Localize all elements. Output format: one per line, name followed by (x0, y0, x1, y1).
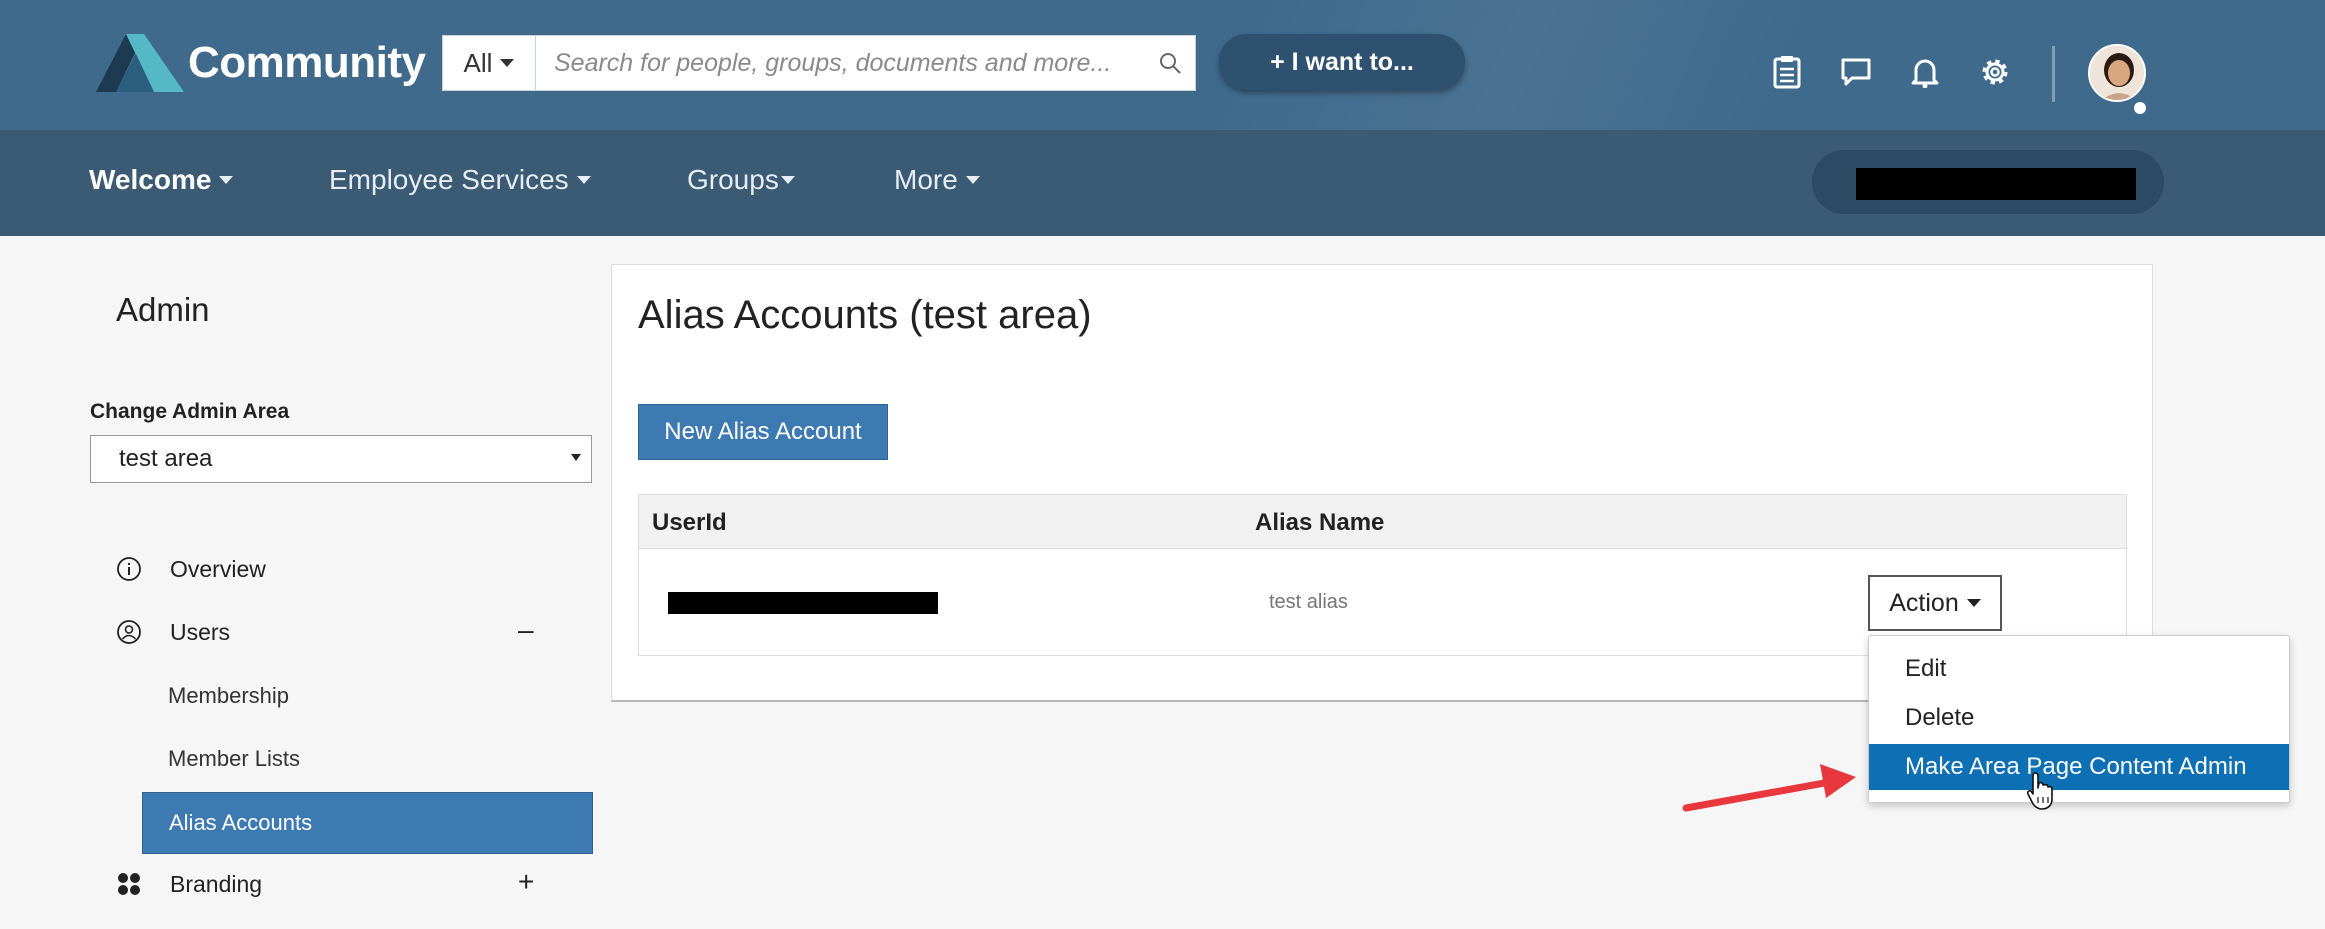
new-alias-account-button[interactable]: New Alias Account (638, 404, 888, 460)
chevron-down-icon (219, 176, 234, 184)
gear-icon (1982, 59, 2008, 85)
page-title: Alias Accounts (test area) (638, 293, 1092, 337)
column-header-alias-name: Alias Name (1255, 509, 1385, 536)
change-area-label: Change Admin Area (90, 400, 290, 423)
community-logo-icon (96, 34, 184, 92)
palette-icon (114, 869, 144, 899)
select-arrow-icon (571, 454, 581, 461)
chevron-down-icon (1966, 599, 1981, 607)
nav-label: Welcome (89, 164, 212, 195)
redacted-text (1856, 168, 2136, 200)
column-header-userid: UserId (652, 509, 727, 536)
sidebar-item-label: Branding (170, 870, 263, 897)
notifications-button[interactable] (1905, 52, 1945, 92)
nav-employee-services[interactable]: Employee Services (329, 164, 591, 196)
search-icon (1160, 53, 1181, 74)
user-circle-icon (114, 617, 144, 647)
nav-label: Employee Services (329, 164, 569, 195)
menu-item-delete[interactable]: Delete (1869, 695, 2289, 741)
sidebar-item-label: Overview (170, 555, 266, 582)
user-avatar[interactable] (2088, 44, 2146, 102)
search-input[interactable] (536, 36, 1145, 90)
search-button[interactable] (1145, 36, 1195, 90)
alias-accounts-table: UserId Alias Name test alias Action (638, 494, 2127, 656)
sidebar-item-users[interactable]: Users (114, 617, 230, 647)
sidebar-item-membership[interactable]: Membership (168, 683, 289, 709)
users-collapse-toggle[interactable]: – (518, 614, 534, 646)
search-scope-dropdown[interactable]: All (443, 36, 536, 90)
settings-button[interactable] (1975, 52, 2015, 92)
tasks-button[interactable] (1767, 52, 1807, 92)
admin-area-value: test area (119, 445, 213, 472)
chevron-down-icon (780, 176, 795, 184)
search-bar: All (442, 35, 1196, 91)
clipboard-icon (1773, 56, 1801, 89)
sidebar-item-overview[interactable]: Overview (114, 554, 266, 584)
table-header: UserId Alias Name (639, 495, 2126, 549)
info-icon (114, 554, 144, 584)
sidebar-item-member-lists[interactable]: Member Lists (168, 746, 300, 772)
sidebar-item-label: Alias Accounts (169, 810, 313, 835)
alias-name-cell: test alias (1269, 591, 1348, 613)
nav-more[interactable]: More (894, 164, 980, 196)
menu-item-edit[interactable]: Edit (1869, 646, 2289, 692)
bell-icon (1911, 59, 1939, 88)
search-scope-label: All (463, 47, 493, 78)
i-want-to-button[interactable]: + I want to... (1219, 34, 1465, 90)
nav-label: More (894, 164, 958, 195)
header-divider (2052, 46, 2055, 102)
presence-status-dot (2132, 100, 2148, 116)
chat-icon (1841, 58, 1871, 86)
hand-cursor-icon (2026, 772, 2053, 810)
community-logo[interactable]: Community (96, 34, 426, 92)
nav-welcome[interactable]: Welcome (89, 164, 234, 196)
menu-item-make-content-admin[interactable]: Make Area Page Content Admin (1869, 744, 2289, 790)
nav-user-pill[interactable] (1812, 150, 2164, 214)
action-label: Action (1889, 588, 1959, 617)
sidebar-item-branding[interactable]: Branding (114, 869, 262, 899)
redacted-userid (668, 592, 938, 614)
nav-label: Groups (687, 164, 779, 195)
action-dropdown-button[interactable]: Action (1868, 575, 2002, 631)
chevron-down-icon (965, 176, 980, 184)
admin-area-select[interactable]: test area (90, 435, 592, 483)
branding-expand-toggle[interactable]: + (518, 866, 534, 898)
nav-groups[interactable]: Groups (687, 164, 795, 196)
sidebar-item-alias-accounts[interactable]: Alias Accounts (142, 792, 593, 854)
action-dropdown-menu: Edit Delete Make Area Page Content Admin (1868, 635, 2290, 803)
sidebar-title: Admin (116, 291, 210, 328)
sidebar-item-label: Users (170, 618, 231, 645)
logo-text: Community (188, 38, 426, 87)
chevron-down-icon (500, 59, 515, 67)
annotation-arrow-icon (1682, 764, 1856, 812)
chevron-down-icon (576, 176, 591, 184)
messages-button[interactable] (1836, 52, 1876, 92)
